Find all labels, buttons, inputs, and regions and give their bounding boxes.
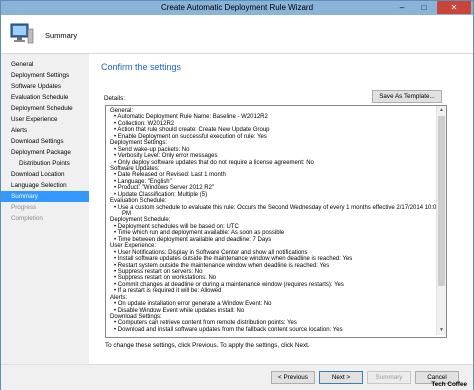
header-title: Summary bbox=[45, 31, 78, 40]
nav-progress: Progress bbox=[11, 204, 37, 211]
nav-completion: Completion bbox=[11, 215, 43, 222]
next-button[interactable]: Next > bbox=[319, 371, 363, 384]
wizard-window: Create Automatic Deployment Rule Wizard … bbox=[0, 0, 474, 390]
save-as-template-button[interactable]: Save As Template... bbox=[372, 90, 442, 103]
nav-deployment-package[interactable]: Deployment Package bbox=[1, 147, 89, 158]
wizard-footer: < Previous Next > Summary Cancel Tech Co… bbox=[1, 364, 473, 390]
nav-user-experience[interactable]: User Experience bbox=[1, 114, 89, 125]
details-textbox[interactable]: General: • Automatic Deployment Rule Name… bbox=[105, 105, 447, 338]
nav-software-updates[interactable]: Software Updates bbox=[1, 81, 89, 92]
wizard-header: Summary bbox=[1, 15, 473, 54]
details-lines: General: • Automatic Deployment Rule Name… bbox=[110, 108, 440, 333]
title-bar[interactable]: Create Automatic Deployment Rule Wizard … bbox=[1, 1, 473, 15]
maximize-button[interactable]: □ bbox=[413, 1, 435, 14]
nav-language-selection[interactable]: Language Selection bbox=[1, 180, 89, 191]
minimize-button[interactable]: – bbox=[391, 1, 413, 14]
scroll-down-icon[interactable]: ▼ bbox=[437, 326, 446, 335]
scroll-up-icon[interactable]: ▲ bbox=[437, 106, 446, 115]
summary-button: Summary bbox=[367, 371, 411, 384]
nav-alerts[interactable]: Alerts bbox=[1, 125, 89, 136]
scroll-thumb[interactable] bbox=[438, 116, 445, 286]
nav-deployment-settings[interactable]: Deployment Settings bbox=[1, 70, 89, 81]
details-scrollbar[interactable]: ▲ ▼ bbox=[436, 106, 446, 335]
main-panel: Confirm the settings Details: Save As Te… bbox=[89, 54, 473, 364]
details-label: Details: bbox=[104, 95, 125, 102]
nav-deployment-schedule[interactable]: Deployment Schedule bbox=[1, 103, 89, 114]
nav-summary[interactable]: Summary bbox=[1, 191, 89, 202]
nav-general[interactable]: General bbox=[1, 59, 89, 70]
close-button[interactable]: ✕ bbox=[437, 1, 471, 14]
previous-button[interactable]: < Previous bbox=[271, 371, 315, 384]
details-line: • Use a custom schedule to evaluate this… bbox=[114, 204, 440, 211]
nav-distribution-points[interactable]: Distribution Points bbox=[1, 158, 89, 169]
computer-icon bbox=[10, 23, 34, 44]
nav-download-location[interactable]: Download Location bbox=[1, 169, 89, 180]
page-title: Confirm the settings bbox=[101, 62, 182, 72]
watermark: Tech Coffee bbox=[431, 381, 467, 388]
details-line: • Download and install software updates … bbox=[114, 326, 343, 333]
wizard-nav: General Deployment Settings Software Upd… bbox=[1, 54, 89, 374]
nav-evaluation-schedule[interactable]: Evaluation Schedule bbox=[1, 92, 89, 103]
instruction-text: To change these settings, click Previous… bbox=[105, 342, 310, 349]
nav-download-settings[interactable]: Download Settings bbox=[1, 136, 89, 147]
